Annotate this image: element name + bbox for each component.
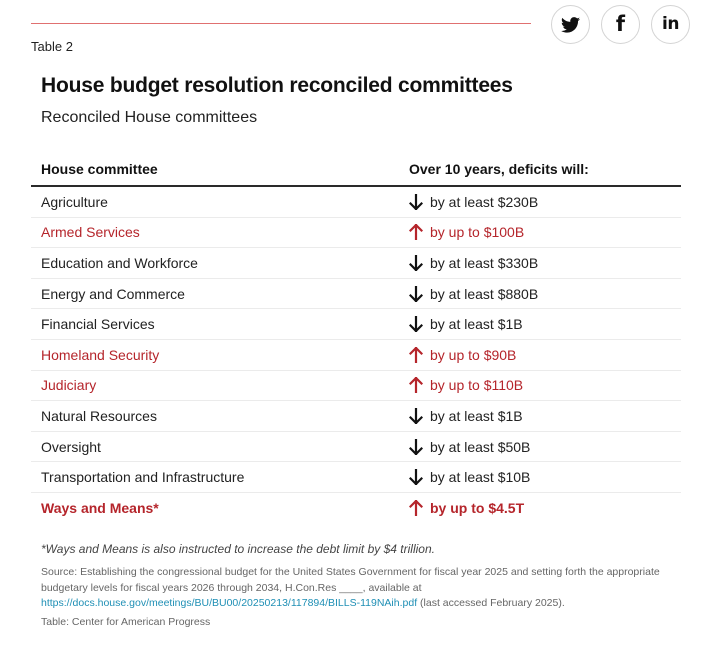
source-note: Source: Establishing the congressional b…	[41, 565, 661, 612]
deficit-change-text: by at least $230B	[430, 193, 539, 210]
share-buttons: f in	[551, 5, 690, 44]
deficit-change-text: by up to $110B	[430, 377, 524, 394]
deficit-change-cell: by at least $50B	[399, 438, 681, 455]
deficit-change-text: by up to $90B	[430, 346, 517, 363]
deficit-change-cell: by up to $90B	[399, 346, 681, 363]
arrow-down-icon	[409, 316, 423, 333]
deficit-change-cell: by at least $230B	[399, 193, 681, 210]
deficit-change-text: by at least $880B	[430, 285, 539, 302]
linkedin-in-icon: in	[662, 14, 679, 34]
table-number-label: Table 2	[31, 39, 73, 54]
source-text: Source: Establishing the congressional b…	[41, 566, 660, 594]
committee-name: Ways and Means*	[41, 500, 159, 517]
arrow-down-icon	[409, 407, 423, 424]
deficit-change-cell: by at least $1B	[399, 316, 681, 333]
committee-name: Armed Services	[41, 224, 140, 241]
share-facebook-button[interactable]: f	[601, 5, 640, 44]
table-row: Judiciary by up to $110B	[31, 371, 681, 402]
arrow-down-icon	[409, 438, 423, 455]
source-suffix: (last accessed February 2025).	[417, 597, 565, 609]
deficit-change-text: by at least $50B	[430, 438, 531, 455]
header-house-committee: House committee	[41, 161, 158, 177]
table-row: Agriculture by at least $230B	[31, 187, 681, 218]
table-credit: Table: Center for American Progress	[41, 616, 211, 628]
arrow-up-icon	[409, 224, 423, 241]
committee-name: Judiciary	[41, 377, 97, 394]
committees-table: House committee Over 10 years, deficits …	[31, 153, 681, 524]
table-row: Financial Services by at least $1B	[31, 309, 681, 340]
deficit-change-cell: by at least $880B	[399, 285, 681, 302]
table-subtitle: Reconciled House committees	[41, 109, 258, 126]
deficit-change-cell: by at least $1B	[399, 407, 681, 424]
committee-name: Agriculture	[41, 193, 108, 210]
table-row: Energy and Commerce by at least $880B	[31, 279, 681, 310]
deficit-change-cell: by at least $330B	[399, 254, 681, 271]
share-linkedin-button[interactable]: in	[651, 5, 690, 44]
deficit-change-text: by up to $100B	[430, 224, 525, 241]
table-row: Education and Workforce by at least $330B	[31, 248, 681, 279]
deficit-change-text: by at least $330B	[430, 254, 539, 271]
committee-name: Natural Resources	[41, 407, 157, 424]
committee-name: Financial Services	[41, 316, 155, 333]
committee-name: Energy and Commerce	[41, 285, 185, 302]
deficit-change-cell: by at least $10B	[399, 469, 681, 486]
top-divider	[31, 23, 531, 24]
table-row: Oversight by at least $50B	[31, 432, 681, 463]
facebook-f-icon: f	[615, 12, 626, 36]
arrow-down-icon	[409, 469, 423, 486]
header-deficit-change: Over 10 years, deficits will:	[409, 161, 589, 177]
deficit-change-text: by up to $4.5T	[430, 500, 525, 517]
committee-name: Homeland Security	[41, 346, 160, 363]
table-row: Homeland Security by up to $90B	[31, 340, 681, 371]
source-link[interactable]: https://docs.house.gov/meetings/BU/BU00/…	[41, 597, 417, 609]
committee-name: Education and Workforce	[41, 254, 198, 271]
arrow-up-icon	[409, 500, 423, 517]
deficit-change-cell: by up to $100B	[399, 224, 681, 241]
committee-name: Oversight	[41, 438, 101, 455]
deficit-change-text: by at least $10B	[430, 469, 531, 486]
arrow-down-icon	[409, 193, 423, 210]
table-header-row: House committee Over 10 years, deficits …	[31, 153, 681, 187]
arrow-up-icon	[409, 377, 423, 394]
share-twitter-button[interactable]	[551, 5, 590, 44]
table-row: Transportation and Infrastructure by at l…	[31, 462, 681, 493]
table-body: Agriculture by at least $230B Armed Servic…	[31, 187, 681, 524]
footnote: *Ways and Means is also instructed to in…	[41, 542, 435, 556]
deficit-change-cell: by up to $110B	[399, 377, 681, 394]
arrow-down-icon	[409, 254, 423, 271]
twitter-bird-icon	[561, 16, 580, 33]
table-row: Ways and Means* by up to $4.5T	[31, 493, 681, 524]
deficit-change-text: by at least $1B	[430, 407, 523, 424]
deficit-change-text: by at least $1B	[430, 316, 523, 333]
table-row: Armed Services by up to $100B	[31, 218, 681, 249]
table-row: Natural Resources by at least $1B	[31, 401, 681, 432]
arrow-up-icon	[409, 346, 423, 363]
table-title: House budget resolution reconciled commi…	[41, 74, 513, 97]
deficit-change-cell: by up to $4.5T	[399, 500, 681, 517]
arrow-down-icon	[409, 285, 423, 302]
committee-name: Transportation and Infrastructure	[41, 469, 245, 486]
